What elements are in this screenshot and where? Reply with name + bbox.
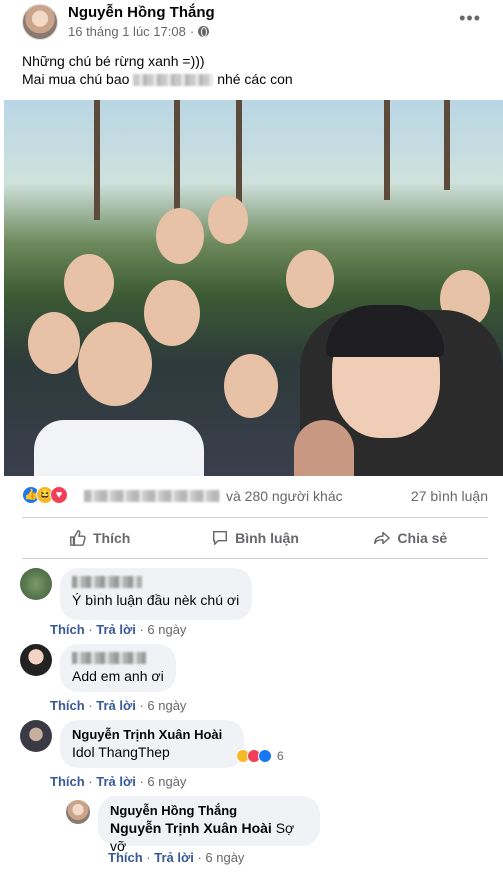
comment-bubble: Add em anh ơi [60,644,176,692]
comment-label: Bình luận [235,530,299,546]
censored-commenter-name [72,652,146,664]
divider [22,558,488,559]
comment-1-actions: Thích · Trả lời · 6 ngày [50,622,187,637]
commenter-avatar[interactable] [20,644,52,676]
comment-like-link[interactable]: Thích [50,698,85,713]
censored-commenter-name [72,576,142,588]
photo-child-shirt [34,420,204,476]
photo-man-arm [294,420,354,476]
caption-line-2-suffix: nhé các con [217,71,293,87]
reply-reply-link[interactable]: Trả lời [154,850,194,865]
photo-tree [174,100,180,210]
reaction-others[interactable]: và 280 người khác [226,488,343,504]
reply-actions: Thích · Trả lời · 6 ngày [108,850,245,865]
like-label: Thích [92,530,131,546]
share-label: Chia sẻ [397,530,448,546]
comment-reply-link[interactable]: Trả lời [96,698,136,713]
reply-mention[interactable]: Nguyễn Trịnh Xuân Hoài [110,820,272,836]
reply-like-link[interactable]: Thích [108,850,143,865]
photo-child-face [156,208,204,264]
photo-tree [94,100,100,220]
post-meta: 16 tháng 1 lúc 17:08 · [68,24,210,39]
love-icon: ♥ [50,486,68,504]
comment-like-link[interactable]: Thích [50,622,85,637]
photo-child-face [78,322,152,406]
photo-child-face [144,280,200,346]
comment-icon [213,530,228,546]
author-avatar[interactable] [22,4,58,40]
reaction-icons[interactable]: 👍 😆 ♥ [22,486,68,504]
comment-text: Add em anh ơi [72,668,164,684]
share-icon [374,531,391,545]
photo-tree [384,100,390,200]
photo-tree [444,100,450,190]
like-button[interactable]: Thích [22,520,177,556]
author-name[interactable]: Nguyễn Hồng Thắng [68,4,215,21]
caption-line-2-prefix: Mai mua chú bao [22,71,130,87]
reactions-summary: 👍 😆 ♥ và 280 người khác 27 bình luận [22,486,488,506]
comment-like-link[interactable]: Thích [50,774,85,789]
comment-text: Ý bình luận đầu nèk chú ơi [72,592,240,608]
post-photo[interactable] [4,100,503,476]
photo-child-face [286,250,334,308]
comment-bubble: Nguyễn Trịnh Xuân Hoài Idol ThangThep [60,720,244,768]
comment-3-reactions[interactable]: 6 [236,749,284,763]
post-caption: Những chú bé rừng xanh =))) Mai mua chú … [22,52,293,88]
globe-icon [198,26,210,37]
comment-button[interactable]: Bình luận [177,520,332,556]
like-icon [258,749,272,763]
comment-2-actions: Thích · Trả lời · 6 ngày [50,698,187,713]
photo-child-face [28,312,80,374]
share-button[interactable]: Chia sẻ [333,520,488,556]
censored-text [133,74,214,87]
reply-time[interactable]: 6 ngày [205,850,244,865]
photo-child-face [224,354,278,418]
post-header: Nguyễn Hồng Thắng 16 tháng 1 lúc 17:08 ·… [0,0,503,44]
comment-time[interactable]: 6 ngày [147,622,186,637]
caption-line-1: Những chú bé rừng xanh =))) [22,53,205,69]
comment-reply-link[interactable]: Trả lời [96,774,136,789]
thumbs-up-icon [70,530,86,546]
comment-time[interactable]: 6 ngày [147,774,186,789]
caption-line-2: Mai mua chú bao nhé các con [22,70,293,88]
photo-child-face [208,196,248,244]
comment-text: Idol ThangThep [72,744,170,760]
censored-names [84,490,220,502]
commenter-avatar[interactable] [20,720,52,752]
comment-3-actions: Thích · Trả lời · 6 ngày [50,774,187,789]
replier-avatar[interactable] [66,800,90,824]
meta-separator: · [189,24,195,39]
post-actions: Thích Bình luận Chia sẻ [22,520,488,556]
photo-child-face [64,254,114,312]
comment-bubble: Ý bình luận đầu nèk chú ơi [60,568,252,620]
comment-reaction-count: 6 [277,749,284,763]
reply-bubble: Nguyễn Hồng Thắng Nguyễn Trịnh Xuân Hoài… [98,796,320,854]
replier-name[interactable]: Nguyễn Hồng Thắng [110,802,308,819]
comment-reply-link[interactable]: Trả lời [96,622,136,637]
comment-time[interactable]: 6 ngày [147,698,186,713]
commenter-avatar[interactable] [20,568,52,600]
comment-count[interactable]: 27 bình luận [411,488,488,504]
more-options-icon[interactable]: ••• [459,8,481,29]
commenter-name[interactable]: Nguyễn Trịnh Xuân Hoài [72,726,232,743]
post-timestamp[interactable]: 16 tháng 1 lúc 17:08 [68,24,186,39]
divider [22,517,488,518]
